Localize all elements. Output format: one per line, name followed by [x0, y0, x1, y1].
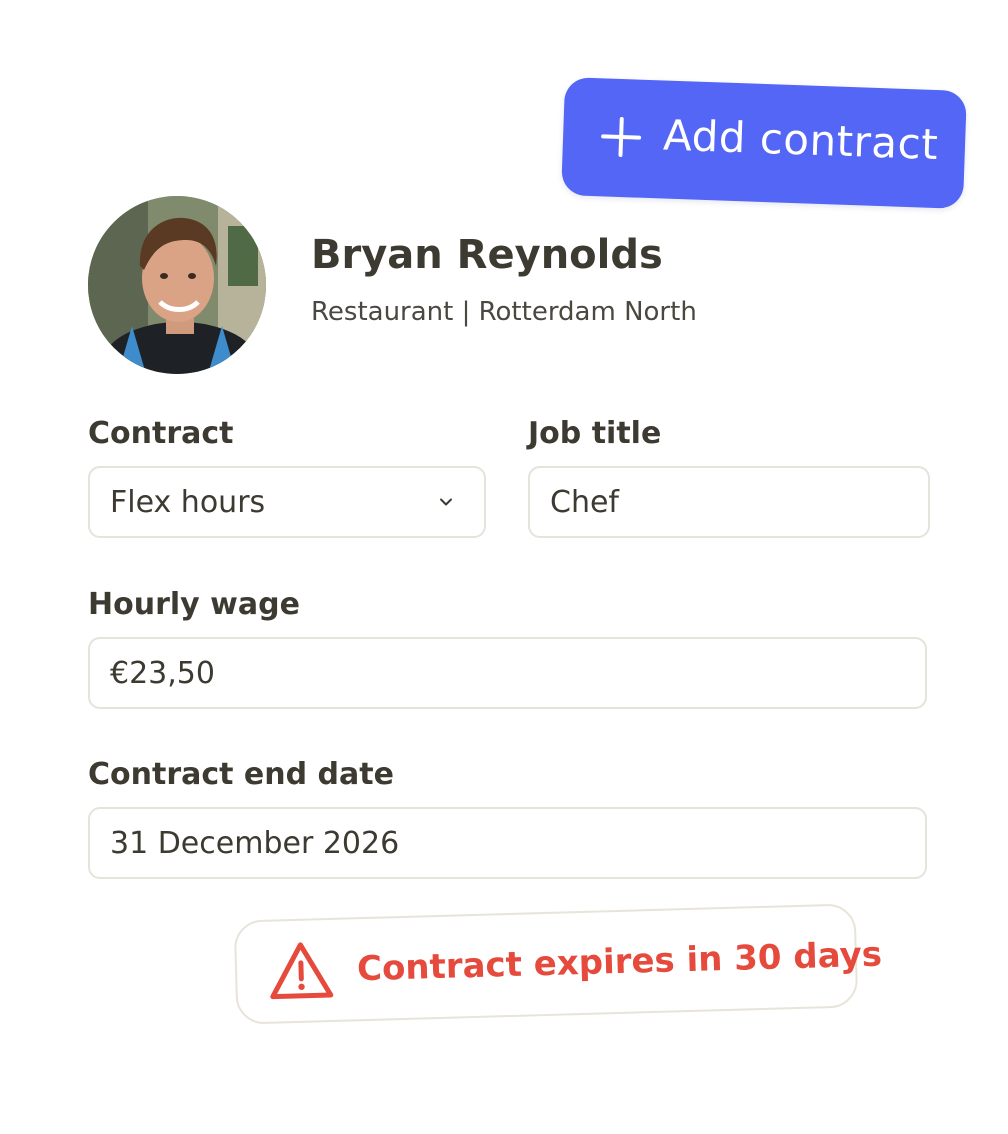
warning-triangle-icon — [270, 942, 334, 1000]
hourly-wage-label: Hourly wage — [88, 587, 300, 622]
contract-select-value: Flex hours — [110, 484, 266, 520]
employee-name: Bryan Reynolds — [311, 232, 663, 278]
job-title-value: Chef — [550, 484, 619, 520]
end-date-label: Contract end date — [88, 757, 394, 792]
hourly-wage-value: €23,50 — [110, 655, 215, 691]
plus-icon — [600, 116, 641, 157]
avatar-photo — [88, 196, 266, 374]
end-date-value: 31 December 2026 — [110, 825, 400, 861]
avatar — [88, 196, 266, 374]
chevron-down-icon — [440, 498, 452, 506]
contract-expiry-alert: Contract expires in 30 days — [233, 903, 883, 1025]
alert-text: Contract expires in 30 days — [356, 934, 883, 990]
hourly-wage-input[interactable]: €23,50 — [88, 637, 927, 709]
job-title-label: Job title — [528, 416, 662, 451]
contract-label: Contract — [88, 416, 234, 451]
add-contract-button[interactable]: Add contract — [561, 77, 967, 209]
employee-location: Restaurant | Rotterdam North — [311, 297, 697, 327]
end-date-input[interactable]: 31 December 2026 — [88, 807, 927, 879]
contract-select[interactable]: Flex hours — [88, 466, 486, 538]
job-title-input[interactable]: Chef — [528, 466, 930, 538]
add-contract-label: Add contract — [662, 110, 940, 170]
